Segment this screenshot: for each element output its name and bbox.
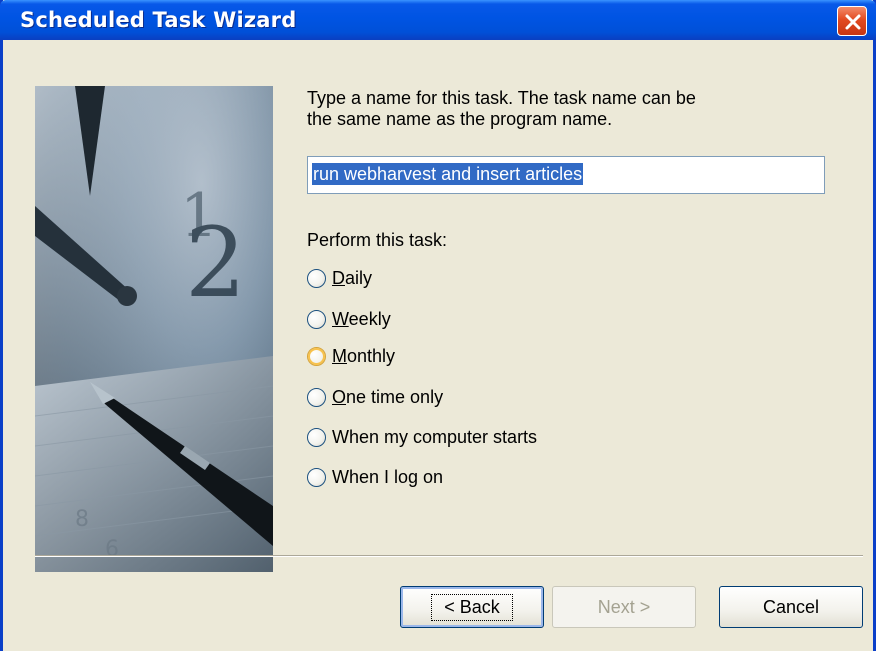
radio-when-computer-starts[interactable]: When my computer starts [307, 423, 537, 451]
radio-label-daily: Daily [332, 267, 373, 288]
radio-button-icon [307, 309, 326, 329]
next-button-label: Next > [597, 596, 651, 617]
radio-monthly[interactable]: Monthly [307, 342, 395, 370]
wizard-window: Scheduled Task Wizard 2 1 8 6 Type a nam… [0, 0, 876, 651]
radio-button-icon [307, 467, 326, 487]
perform-task-label: Perform this task: [307, 230, 448, 250]
radio-button-icon [307, 387, 326, 407]
close-icon [845, 14, 861, 30]
task-name-prompt: Type a name for this task. The task name… [307, 88, 827, 130]
wizard-artwork: 2 1 8 6 [35, 86, 273, 572]
task-name-input[interactable]: run webharvest and insert articles [307, 156, 825, 194]
radio-label-one-time-only: One time only [332, 386, 444, 407]
divider [35, 555, 863, 557]
svg-text:6: 6 [105, 537, 119, 562]
wizard-content: 2 1 8 6 Type a name for this task. The t… [3, 40, 873, 651]
prompt-line-2: the same name as the program name. [307, 109, 613, 129]
radio-label-when-computer-starts: When my computer starts [332, 426, 538, 447]
radio-when-i-log-on[interactable]: When I log on [307, 463, 443, 491]
radio-one-time-only[interactable]: One time only [307, 383, 443, 411]
radio-weekly[interactable]: Weekly [307, 305, 391, 333]
back-button[interactable]: < Back [400, 586, 544, 628]
radio-label-weekly: Weekly [332, 308, 391, 329]
radio-button-icon [307, 268, 326, 288]
cancel-button-label: Cancel [762, 596, 820, 617]
back-button-label: < Back [431, 593, 513, 621]
radio-daily[interactable]: Daily [307, 264, 372, 292]
window-title: Scheduled Task Wizard [20, 8, 297, 32]
cancel-button[interactable]: Cancel [719, 586, 863, 628]
clock-pen-image: 2 1 8 6 [35, 86, 273, 572]
radio-button-icon [307, 346, 326, 366]
svg-text:8: 8 [75, 507, 89, 532]
close-button[interactable] [837, 6, 867, 36]
radio-label-when-i-log-on: When I log on [332, 466, 444, 487]
prompt-line-1: Type a name for this task. The task name… [307, 88, 696, 108]
task-name-value: run webharvest and insert articles [312, 163, 584, 185]
radio-button-icon [307, 427, 326, 447]
svg-text:1: 1 [180, 181, 218, 251]
next-button[interactable]: Next > [552, 586, 696, 628]
title-bar[interactable]: Scheduled Task Wizard [0, 0, 876, 40]
radio-label-monthly: Monthly [332, 345, 396, 366]
